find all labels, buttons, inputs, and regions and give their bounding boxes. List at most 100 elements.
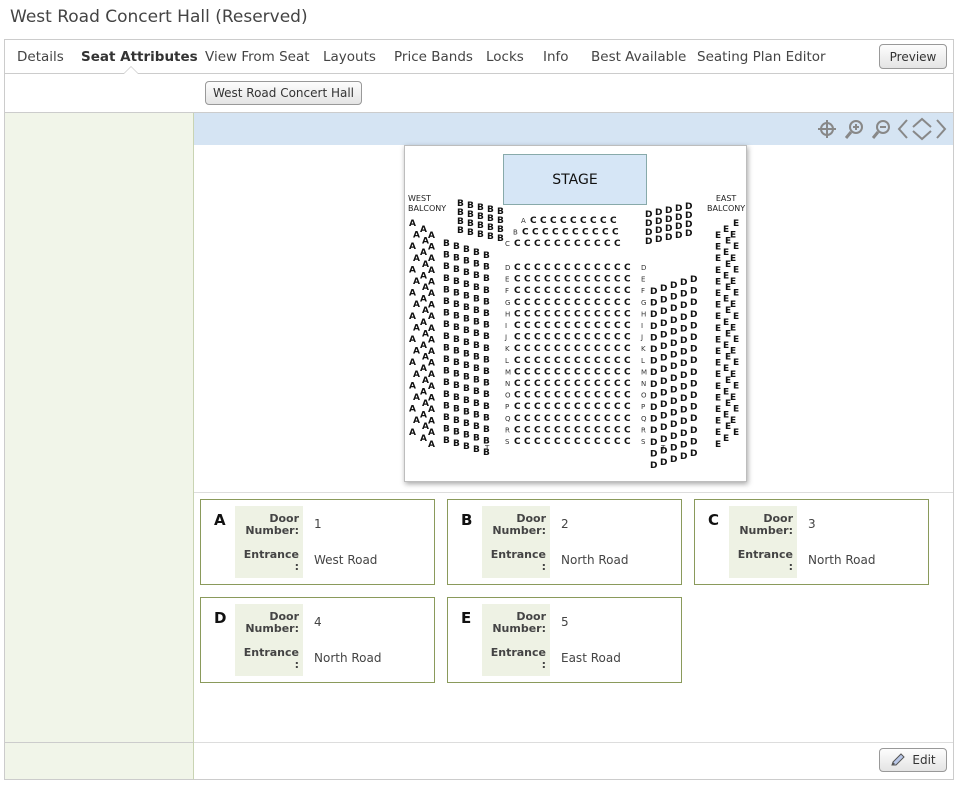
seat[interactable]: C <box>524 437 531 447</box>
seat[interactable]: C <box>514 263 521 273</box>
seat[interactable]: E <box>723 248 729 258</box>
seat[interactable]: A <box>428 405 435 415</box>
seat[interactable]: B <box>443 343 450 353</box>
seat[interactable]: D <box>670 432 677 442</box>
seat[interactable]: B <box>443 309 450 319</box>
seating-plan[interactable]: STAGE WEST BALCONY EAST BALCONY AAAAAAAAAA… <box>404 145 747 482</box>
seat[interactable]: B <box>463 315 470 325</box>
seat[interactable]: A <box>420 248 427 258</box>
seat[interactable]: C <box>534 298 541 308</box>
seat[interactable]: C <box>564 263 571 273</box>
seat[interactable]: A <box>428 254 435 264</box>
seat[interactable]: B <box>453 346 460 356</box>
seat[interactable]: B <box>453 416 460 426</box>
seat[interactable]: E <box>730 416 736 426</box>
seat[interactable]: C <box>624 391 631 401</box>
seat[interactable]: C <box>594 356 601 366</box>
seat[interactable]: C <box>564 402 571 412</box>
seat[interactable]: A <box>409 358 416 368</box>
seat[interactable]: C <box>514 356 521 366</box>
seat[interactable]: E <box>715 324 721 334</box>
seat[interactable]: C <box>570 216 577 226</box>
seat[interactable]: D <box>680 313 687 323</box>
seat[interactable]: C <box>524 344 531 354</box>
seat[interactable]: C <box>564 414 571 424</box>
seat[interactable]: A <box>428 335 435 345</box>
seat[interactable]: C <box>624 309 631 319</box>
seat[interactable]: C <box>604 321 611 331</box>
seat[interactable]: D <box>660 412 667 422</box>
seat[interactable]: B <box>473 306 480 316</box>
seat[interactable]: E <box>733 405 739 415</box>
seat[interactable]: A <box>413 254 420 264</box>
seat[interactable]: C <box>544 402 551 412</box>
seat[interactable]: D <box>680 394 687 404</box>
seat[interactable]: C <box>514 379 521 389</box>
pan-left-icon[interactable] <box>896 118 910 140</box>
seat[interactable]: A <box>428 301 435 311</box>
seat[interactable]: C <box>584 321 591 331</box>
seat[interactable]: B <box>443 262 450 272</box>
seat[interactable]: A <box>428 243 435 253</box>
seat[interactable]: E <box>715 312 721 322</box>
seat[interactable]: D <box>675 204 682 214</box>
seat[interactable]: B <box>443 332 450 342</box>
seat[interactable]: B <box>453 358 460 368</box>
seat[interactable]: E <box>715 254 721 264</box>
seat[interactable]: C <box>544 437 551 447</box>
seat[interactable]: B <box>483 413 490 423</box>
seat[interactable]: C <box>574 263 581 273</box>
seat[interactable]: C <box>514 402 521 412</box>
seat[interactable]: C <box>534 356 541 366</box>
seat[interactable]: C <box>534 437 541 447</box>
seat[interactable]: B <box>473 434 480 444</box>
seat[interactable]: B <box>483 390 490 400</box>
seat[interactable]: E <box>723 318 729 328</box>
seat[interactable]: C <box>584 239 591 249</box>
preview-button[interactable]: Preview <box>879 44 947 69</box>
seat[interactable]: D <box>650 310 657 320</box>
seat[interactable]: E <box>733 358 739 368</box>
seat[interactable]: A <box>428 231 435 241</box>
seat[interactable]: D <box>660 400 667 410</box>
seat[interactable]: D <box>680 301 687 311</box>
seat[interactable]: D <box>655 208 662 218</box>
seat[interactable]: A <box>409 312 416 322</box>
seat[interactable]: C <box>604 367 611 377</box>
seat[interactable]: D <box>690 391 697 401</box>
seat[interactable]: C <box>614 275 621 285</box>
seat[interactable]: B <box>473 445 480 455</box>
seat[interactable]: C <box>614 367 621 377</box>
seat-map[interactable]: AAAAAAAAAAAAAAAAAAAAAAAAAAAAAAAAAAAAAAAA… <box>405 146 746 481</box>
seat[interactable]: C <box>552 228 559 238</box>
seat[interactable]: C <box>514 333 521 343</box>
seat[interactable]: A <box>428 312 435 322</box>
seat[interactable]: D <box>665 224 672 234</box>
seat[interactable]: D <box>650 449 657 459</box>
seat[interactable]: D <box>645 219 652 229</box>
seat[interactable]: C <box>624 298 631 308</box>
seat[interactable]: B <box>483 344 490 354</box>
seat[interactable]: C <box>524 298 531 308</box>
seat[interactable]: C <box>524 379 531 389</box>
seat[interactable]: B <box>473 364 480 374</box>
seat[interactable]: C <box>564 391 571 401</box>
seat[interactable]: C <box>564 344 571 354</box>
seat[interactable]: D <box>670 304 677 314</box>
seat[interactable]: E <box>715 405 721 415</box>
seat[interactable]: C <box>534 344 541 354</box>
seat[interactable]: D <box>650 322 657 332</box>
seat[interactable]: E <box>715 231 721 241</box>
seat[interactable]: A <box>428 347 435 357</box>
seat[interactable]: C <box>594 298 601 308</box>
seat[interactable]: C <box>544 414 551 424</box>
seat[interactable]: D <box>690 437 697 447</box>
seat[interactable]: A <box>409 219 416 229</box>
seat[interactable]: D <box>660 435 667 445</box>
seat[interactable]: B <box>483 263 490 273</box>
seat[interactable]: C <box>524 321 531 331</box>
seat[interactable]: C <box>554 333 561 343</box>
seat[interactable]: D <box>660 377 667 387</box>
seat[interactable]: B <box>463 407 470 417</box>
seat[interactable]: E <box>715 243 721 253</box>
